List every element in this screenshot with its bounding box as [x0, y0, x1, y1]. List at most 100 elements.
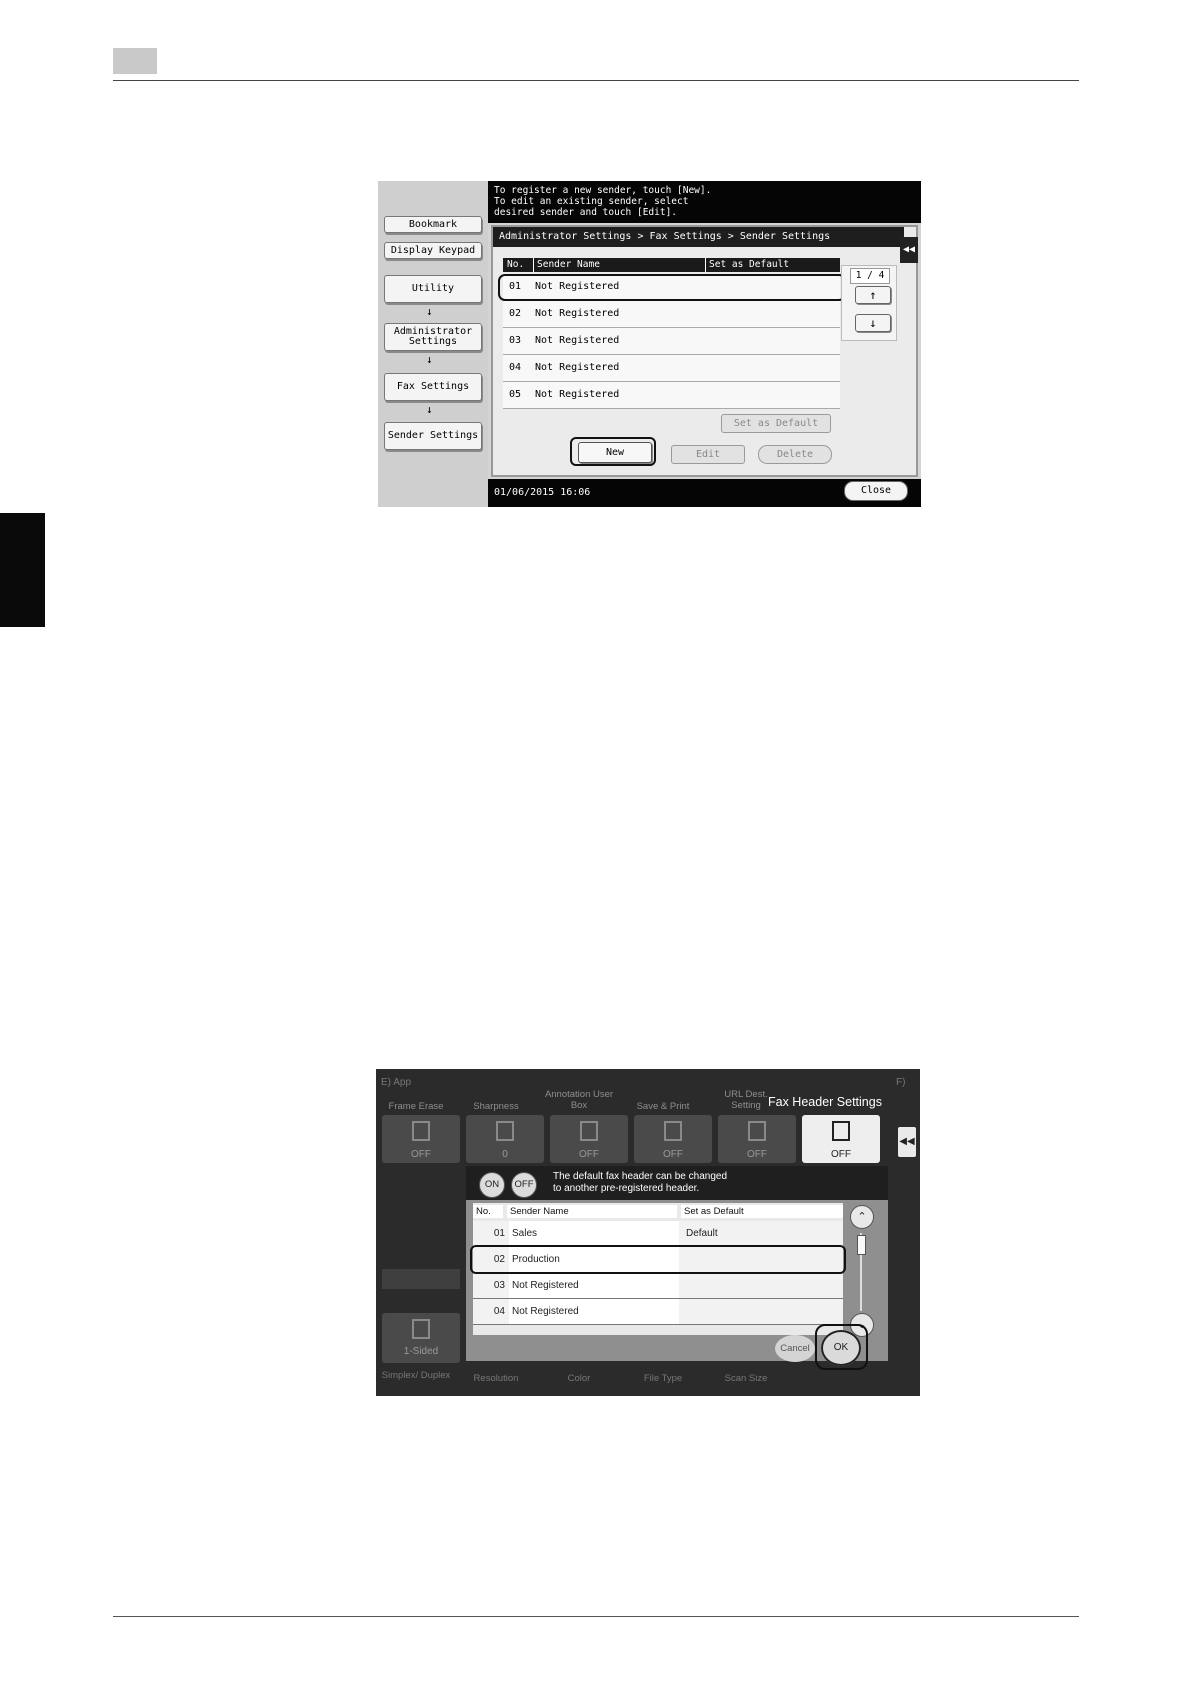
- bottom-label: Color: [567, 1373, 591, 1384]
- delete-button[interactable]: Delete: [758, 445, 832, 464]
- function-label: Save & Print: [636, 1101, 690, 1112]
- bottom-label: Resolution: [473, 1373, 519, 1384]
- fax-settings-button[interactable]: Fax Settings: [384, 373, 482, 401]
- table-row[interactable]: 01 Sales Default: [473, 1221, 843, 1247]
- display-keypad-button[interactable]: Display Keypad: [384, 242, 482, 259]
- page-icon: [412, 1319, 430, 1339]
- table-row[interactable]: 03 Not Registered: [503, 328, 840, 355]
- ok-button-highlight: [815, 1324, 868, 1370]
- column-set-as-default: Set as Default: [681, 1205, 843, 1218]
- table-header: No. Sender Name Set as Default: [503, 258, 840, 272]
- fax-header-icon: [832, 1121, 850, 1141]
- sender-settings-screenshot: Bookmark Display Keypad Utility ↓ Admini…: [378, 181, 921, 507]
- instruction-message: To register a new sender, touch [New]. T…: [488, 181, 921, 223]
- selection-highlight: [498, 274, 846, 301]
- bottom-label: Simplex/ Duplex: [381, 1370, 451, 1381]
- column-no: No.: [473, 1205, 503, 1218]
- footer-rule: [113, 1616, 1079, 1617]
- cancel-button[interactable]: Cancel: [775, 1335, 815, 1362]
- row-number: 03: [493, 1280, 505, 1291]
- row-sender-name: Not Registered: [509, 1299, 679, 1324]
- section-label: F): [896, 1077, 906, 1088]
- up-arrow-icon[interactable]: ↑: [855, 286, 891, 304]
- app-label: E) App: [381, 1077, 412, 1088]
- row-sender-name: Not Registered: [535, 362, 620, 373]
- column-sender-name: Sender Name: [533, 258, 600, 272]
- table-row[interactable]: 04 Not Registered: [503, 355, 840, 382]
- column-set-as-default: Set as Default: [705, 258, 789, 272]
- frame-erase-icon: [412, 1121, 430, 1141]
- save-print-tile[interactable]: OFF: [634, 1115, 712, 1163]
- left-menu: Bookmark Display Keypad Utility ↓ Admini…: [378, 181, 488, 507]
- row-sender-name: Not Registered: [535, 389, 620, 400]
- page-indicator: 1 / 4: [850, 268, 890, 284]
- new-button-highlight: [570, 437, 656, 466]
- row-number: 04: [493, 1306, 505, 1317]
- row-sender-name: Sales: [509, 1221, 679, 1246]
- frame-erase-tile[interactable]: OFF: [382, 1115, 460, 1163]
- table-row[interactable]: 05 Not Registered: [503, 382, 840, 409]
- close-button[interactable]: Close: [844, 481, 908, 501]
- sender-settings-button[interactable]: Sender Settings: [384, 422, 482, 450]
- bottom-label: File Type: [643, 1373, 683, 1384]
- row-number: 03: [509, 335, 522, 346]
- function-label: Sharpness: [473, 1101, 519, 1112]
- scroll-up-icon[interactable]: ⌃: [850, 1205, 874, 1229]
- header-box: [113, 48, 157, 74]
- flow-arrow-icon: ↓: [426, 305, 433, 318]
- sharpness-icon: [496, 1121, 514, 1141]
- row-default: [683, 1273, 843, 1298]
- row-number: 01: [493, 1228, 505, 1239]
- bottom-label: Scan Size: [724, 1373, 768, 1384]
- dialog-title: Fax Header Settings: [768, 1095, 882, 1109]
- off-toggle[interactable]: OFF: [511, 1172, 537, 1198]
- url-icon: [748, 1121, 766, 1141]
- annotation-user-box-tile[interactable]: OFF: [550, 1115, 628, 1163]
- scroll-thumb[interactable]: [857, 1235, 866, 1255]
- fax-header-settings-screenshot: E) App F) Frame Erase Sharpness Annotati…: [376, 1069, 920, 1396]
- utility-button[interactable]: Utility: [384, 275, 482, 303]
- row-sender-name: Not Registered: [535, 308, 620, 319]
- tile-value: OFF: [579, 1149, 599, 1160]
- function-label: Annotation User Box: [544, 1089, 614, 1111]
- sharpness-tile[interactable]: 0: [466, 1115, 544, 1163]
- column-no: No.: [507, 259, 525, 270]
- row-number: 04: [509, 362, 522, 373]
- row-default: [683, 1299, 843, 1324]
- simplex-duplex-tile[interactable]: [382, 1269, 460, 1289]
- flow-arrow-icon: ↓: [426, 403, 433, 416]
- flow-arrow-icon: ↓: [426, 353, 433, 366]
- row-number: 02: [509, 308, 522, 319]
- table-row[interactable]: 03 Not Registered: [473, 1273, 843, 1299]
- row-default: Default: [686, 1228, 718, 1239]
- down-arrow-icon[interactable]: ↓: [855, 314, 891, 332]
- tile-value: OFF: [831, 1149, 851, 1160]
- header-rule: [113, 80, 1079, 81]
- row-number: 05: [509, 389, 522, 400]
- tile-value: 0: [502, 1149, 508, 1160]
- dialog-message: The default fax header can be changed to…: [553, 1171, 728, 1194]
- tile-value: OFF: [411, 1149, 431, 1160]
- row-sender-name: Not Registered: [509, 1273, 679, 1298]
- breadcrumb: Administrator Settings > Fax Settings > …: [493, 227, 904, 247]
- set-as-default-button[interactable]: Set as Default: [721, 414, 831, 433]
- url-dest-setting-tile[interactable]: OFF: [718, 1115, 796, 1163]
- printer-icon: [580, 1121, 598, 1141]
- function-label: Frame Erase: [388, 1101, 444, 1112]
- row-sender-name: Not Registered: [535, 335, 620, 346]
- column-sender-name: Sender Name: [507, 1205, 677, 1218]
- side-tile[interactable]: 1-Sided: [382, 1313, 460, 1363]
- on-toggle[interactable]: ON: [479, 1172, 505, 1198]
- fax-header-tile[interactable]: OFF: [802, 1115, 880, 1163]
- tile-value: OFF: [747, 1149, 767, 1160]
- collapse-tab-icon[interactable]: ◀◀: [900, 237, 918, 263]
- collapse-tab-icon[interactable]: ◀◀: [898, 1127, 916, 1157]
- bookmark-button[interactable]: Bookmark: [384, 216, 482, 233]
- selection-highlight: [470, 1245, 846, 1274]
- admin-settings-button[interactable]: Administrator Settings: [384, 323, 482, 351]
- edit-button[interactable]: Edit: [671, 445, 745, 464]
- tile-value: 1-Sided: [403, 1346, 439, 1357]
- chapter-tab: [0, 513, 45, 627]
- table-row[interactable]: 02 Not Registered: [503, 301, 840, 328]
- table-row[interactable]: 04 Not Registered: [473, 1299, 843, 1325]
